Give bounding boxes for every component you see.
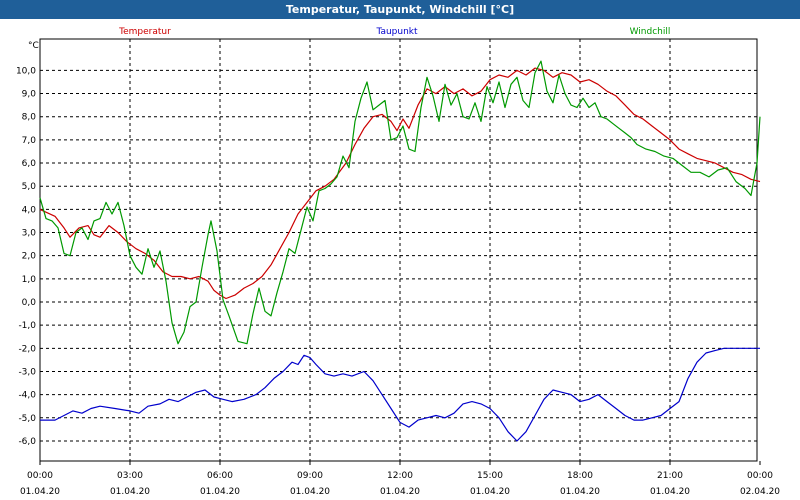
x-tick-time-label: 12:00 [387,471,413,481]
x-tick-date-label: 01.04.20 [560,487,600,497]
y-tick-label: 9,0 [22,90,37,100]
y-tick-label: -2,0 [18,344,36,354]
legend-item-temperatur: Temperatur [118,27,171,37]
x-tick-date-label: 01.04.20 [110,487,150,497]
y-tick-label: 1,0 [22,275,37,285]
x-tick-time-label: 18:00 [567,471,593,481]
legend: Temperatur Taupunkt Windchill [118,27,670,37]
y-tick-label: -6,0 [18,437,36,447]
x-tick-date-label: 01.04.20 [470,487,510,497]
y-tick-label: 10,0 [16,66,36,76]
y-tick-label: 3,0 [22,229,37,239]
x-tick-time-label: 15:00 [477,471,503,481]
y-tick-labels: 10,0 9,0 8,0 7,0 6,0 5,0 4,0 3,0 2,0 1,0 0,0 -1,0 -2… [16,66,36,447]
y-tick-label: 6,0 [22,159,37,169]
y-tick-label: 0,0 [22,298,37,308]
y-tick-label: -3,0 [18,367,36,377]
x-tick-date-label: 01.04.20 [650,487,690,497]
x-tick-time-label: 03:00 [117,471,143,481]
y-tick-label: 7,0 [22,136,37,146]
x-tick-date-label: 01.04.20 [200,487,240,497]
x-tick-labels: 00:00 01.04.20 03:00 01.04.20 06:00 01.04.20 0… [20,471,780,497]
line-chart: 10,0 9,0 8,0 7,0 6,0 5,0 4,0 3,0 2,0 1,0 0,0 -1,0 -2… [16,27,780,497]
legend-item-taupunkt: Taupunkt [375,27,418,37]
y-tick-label: 8,0 [22,113,37,123]
x-tick-time-label: 00:00 [747,471,773,481]
y-tick-label: 4,0 [22,205,37,215]
x-tick-date-label: 01.04.20 [380,487,420,497]
y-tick-label: 2,0 [22,252,37,262]
x-tick-time-label: 06:00 [207,471,233,481]
y-tick-label: -5,0 [18,414,36,424]
x-tick-date-label: 02.04.20 [740,487,780,497]
x-tick-time-label: 09:00 [297,471,323,481]
y-tick-label: -1,0 [18,321,36,331]
x-tick-time-label: 21:00 [657,471,683,481]
y-tick-label: 5,0 [22,182,37,192]
legend-item-windchill: Windchill [630,27,671,37]
y-axis-label: °C [28,41,39,51]
x-tick-time-label: 00:00 [27,471,53,481]
x-tick-date-label: 01.04.20 [290,487,330,497]
y-tick-label: -4,0 [18,391,36,401]
x-tick-date-label: 01.04.20 [20,487,60,497]
